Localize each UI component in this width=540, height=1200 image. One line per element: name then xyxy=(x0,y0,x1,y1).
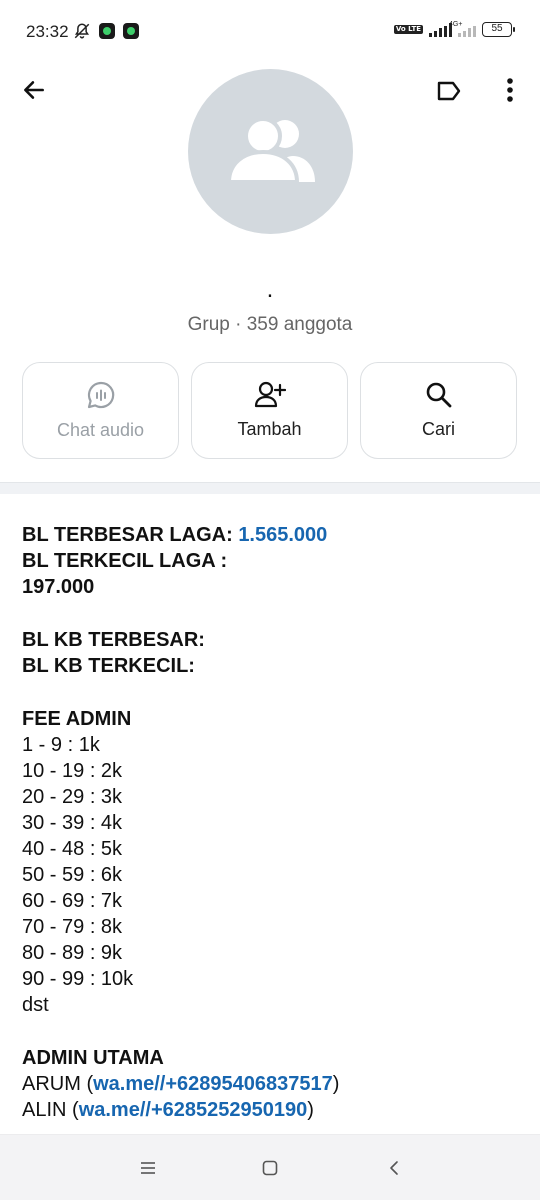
bl-terbesar-label: BL TERBESAR LAGA: xyxy=(22,524,239,546)
fee-row: dst xyxy=(22,994,49,1016)
search-label: Cari xyxy=(421,419,455,439)
signal-primary: 4G+ xyxy=(429,21,462,37)
fee-row: 70 - 79 : 8k xyxy=(22,916,123,938)
bl-terkecil-value: 197.000 xyxy=(22,576,95,598)
fee-row: 60 - 69 : 7k xyxy=(22,890,123,912)
add-member-button[interactable]: Tambah xyxy=(191,362,348,459)
bl-terkecil-label: BL TERKECIL LAGA : xyxy=(22,550,228,572)
network-type: 4G+ xyxy=(449,20,463,28)
fee-row: 40 - 48 : 5k xyxy=(22,838,123,860)
menu-lines-icon xyxy=(141,1162,155,1174)
section-divider xyxy=(0,482,540,494)
system-back-button[interactable] xyxy=(379,1155,409,1181)
bell-muted-icon xyxy=(74,23,90,39)
chat-audio-button[interactable]: Chat audio xyxy=(22,362,179,459)
system-nav-bar xyxy=(0,1134,540,1200)
recent-apps-button[interactable] xyxy=(133,1155,163,1181)
admin-utama-title: ADMIN UTAMA xyxy=(22,1047,164,1069)
chat-audio-label: Chat audio xyxy=(56,420,145,440)
audio-chat-icon xyxy=(87,381,114,409)
status-icons-left xyxy=(73,22,139,40)
bl-terbesar-line: BL TERBESAR LAGA: 1.565.000 xyxy=(22,522,522,548)
fee-row: 80 - 89 : 9k xyxy=(22,942,123,964)
fee-row: 50 - 59 : 6k xyxy=(22,864,123,886)
app-notification-icon xyxy=(123,23,139,39)
back-button[interactable] xyxy=(18,74,50,106)
more-options-button[interactable] xyxy=(496,74,524,106)
admin-wa-link[interactable]: wa.me//+6285252950190 xyxy=(79,1099,308,1121)
group-name[interactable]: . xyxy=(0,278,540,302)
arrow-left-icon xyxy=(24,81,44,99)
label-tag-icon xyxy=(437,81,461,101)
group-people-icon xyxy=(226,116,315,184)
status-icons-right: Vo LTE 4G+ 55 xyxy=(393,21,515,37)
bl-terbesar-value-link[interactable]: 1.565.000 xyxy=(238,524,327,546)
admin-name: ALIN xyxy=(22,1099,67,1121)
label-button[interactable] xyxy=(434,76,464,106)
status-time: 23:32 xyxy=(26,22,69,41)
kb-terkecil-label: BL KB TERKECIL: xyxy=(22,655,195,677)
group-description: BL TERBESAR LAGA: 1.565.000 BL TERKECIL … xyxy=(22,522,522,1134)
home-square-icon xyxy=(262,1160,278,1176)
kb-terbesar-label: BL KB TERBESAR: xyxy=(22,629,205,651)
volte-icon: Vo LTE xyxy=(393,25,423,34)
group-meta: Grup · 359 anggota xyxy=(187,314,353,335)
action-row: Chat audio Tambah Cari xyxy=(22,362,518,459)
group-avatar[interactable] xyxy=(188,69,353,234)
more-vert-icon xyxy=(507,78,513,102)
admin-wa-link[interactable]: wa.me//+62895406837517 xyxy=(93,1073,333,1095)
fee-admin-title: FEE ADMIN xyxy=(22,708,132,730)
home-button[interactable] xyxy=(255,1155,285,1181)
fee-row: 30 - 39 : 4k xyxy=(22,812,123,834)
admin-line: ALIN (wa.me//+6285252950190) xyxy=(22,1099,314,1121)
add-person-icon xyxy=(254,381,286,408)
fee-row: 20 - 29 : 3k xyxy=(22,786,123,808)
fee-row: 1 - 9 : 1k xyxy=(22,734,100,756)
chevron-left-icon xyxy=(390,1161,398,1175)
admin-name: ARUM xyxy=(22,1073,81,1095)
fee-row: 90 - 99 : 10k xyxy=(22,968,134,990)
add-member-label: Tambah xyxy=(237,419,302,439)
battery-icon: 55 xyxy=(482,22,515,37)
status-bar: 23:32 Vo LTE 4G+ 55 xyxy=(0,0,540,64)
search-icon xyxy=(426,382,451,408)
fee-row: 10 - 19 : 2k xyxy=(22,760,123,782)
search-button[interactable]: Cari xyxy=(360,362,517,459)
admin-line: ARUM (wa.me//+62895406837517) xyxy=(22,1073,340,1095)
app-notification-icon xyxy=(99,23,115,39)
